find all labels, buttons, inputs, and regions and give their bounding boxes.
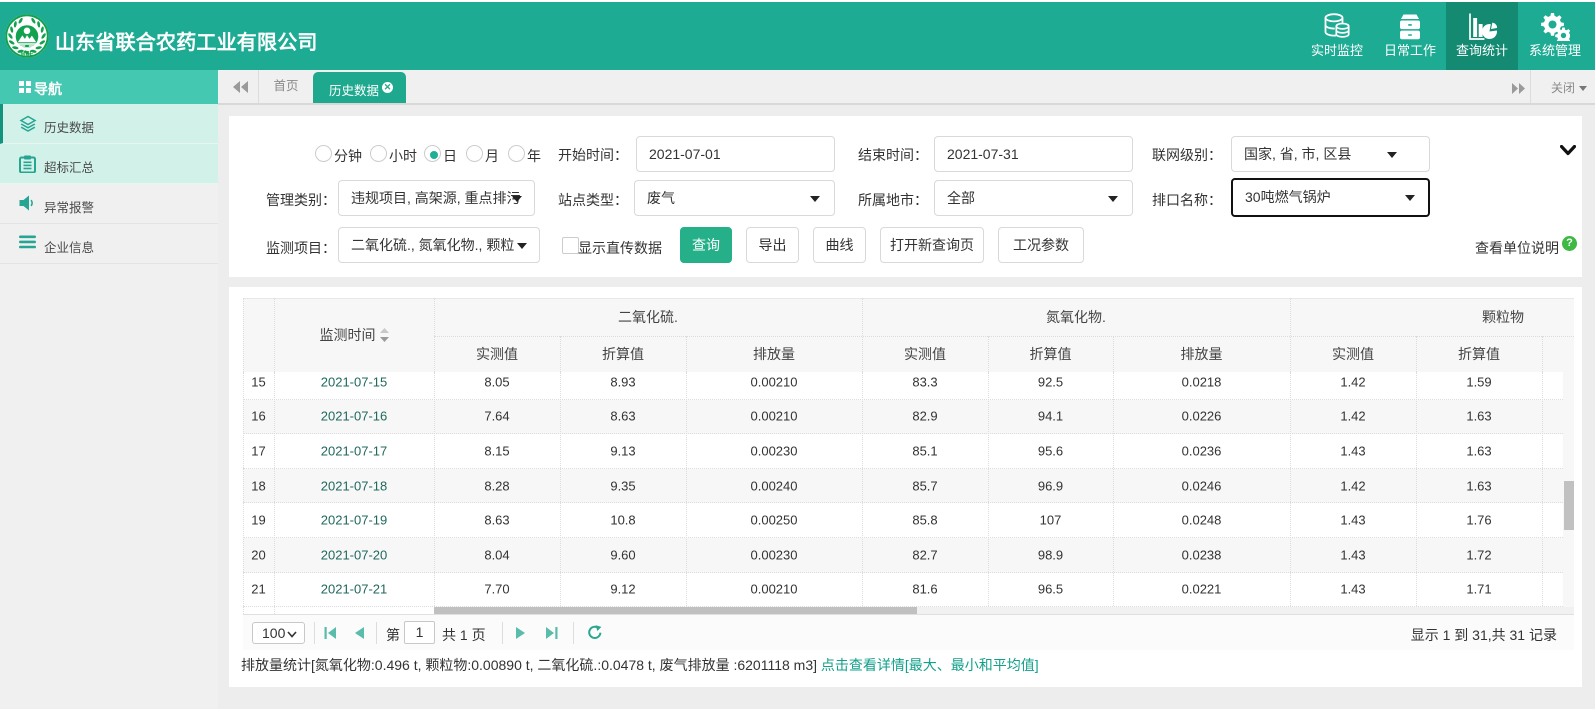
svg-text:MEE: MEE [20,52,33,58]
